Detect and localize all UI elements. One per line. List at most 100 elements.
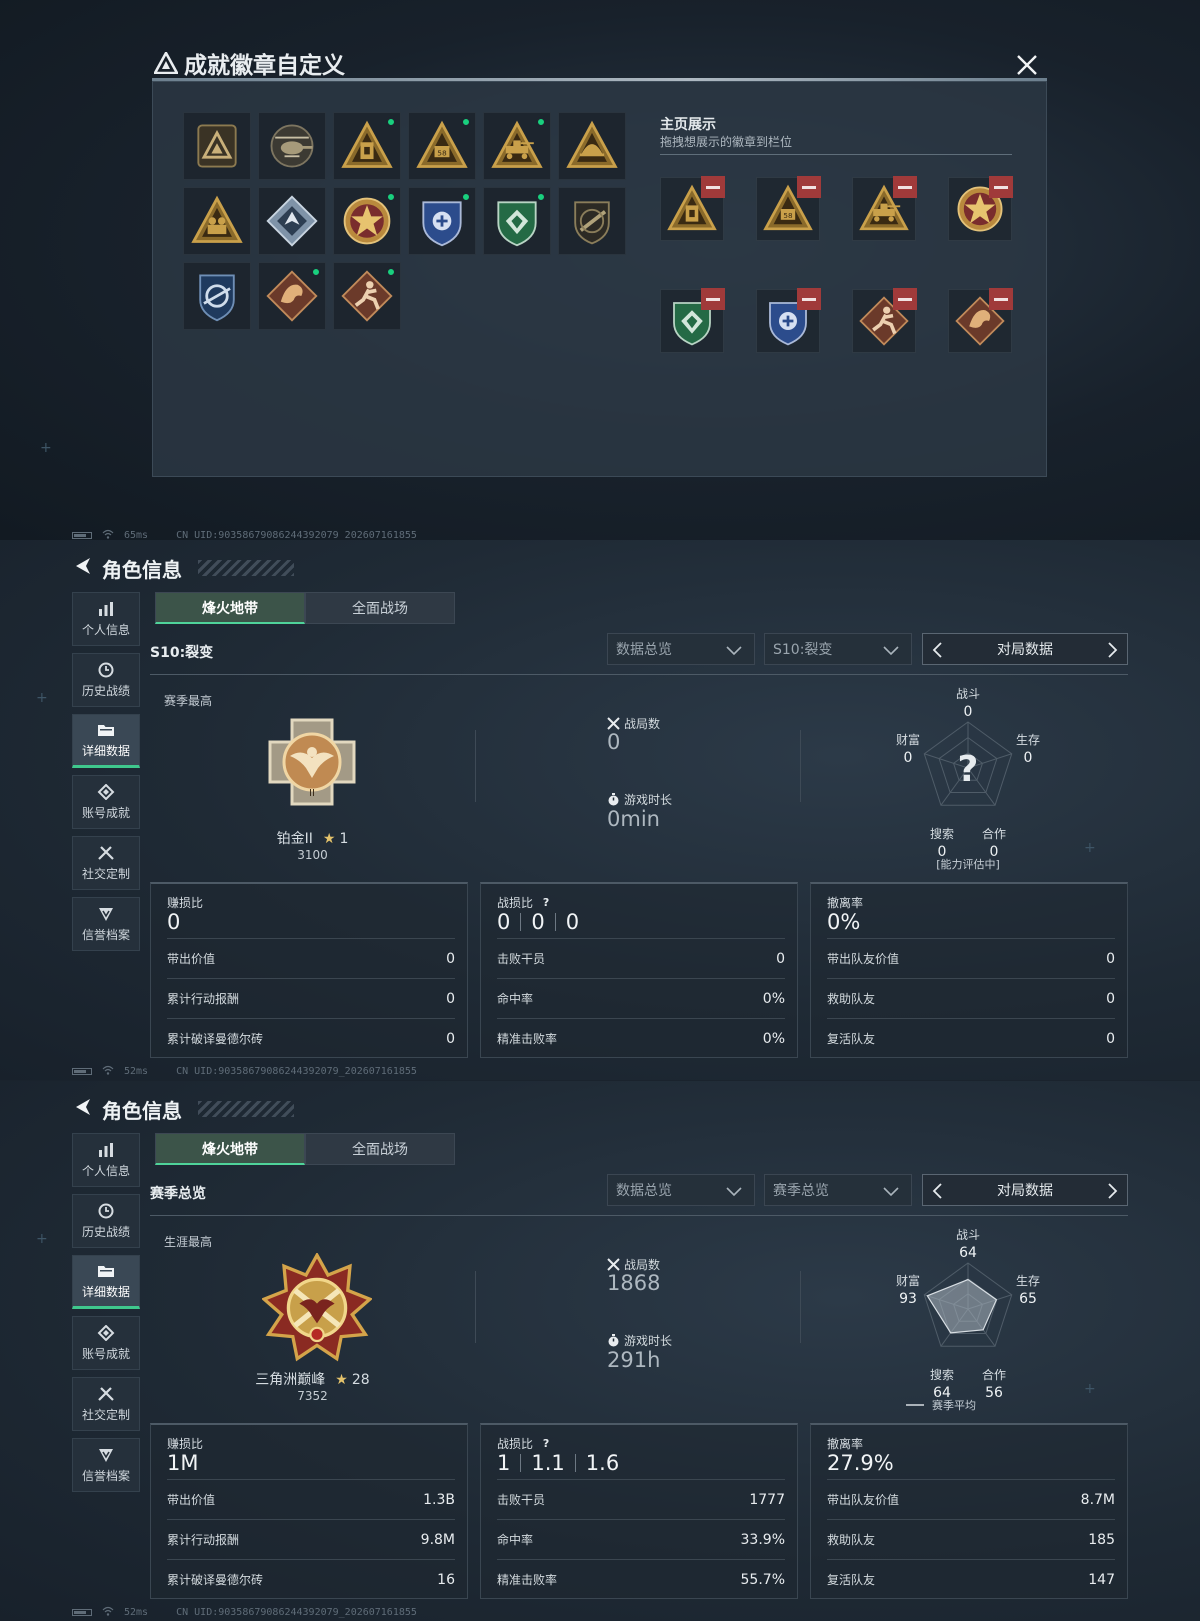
- stat-label: 命中率: [497, 1533, 534, 1547]
- help-icon[interactable]: ?: [539, 896, 553, 910]
- tab-haz-zone[interactable]: 烽火地带: [155, 1133, 305, 1165]
- badge-slot[interactable]: [483, 187, 551, 255]
- badge-slot[interactable]: [333, 262, 401, 330]
- card-value: 27.9%: [827, 1451, 894, 1475]
- credit-badge-icon: [99, 907, 113, 921]
- badge-slot[interactable]: [558, 187, 626, 255]
- nav-history[interactable]: 历史战绩: [72, 653, 140, 707]
- badge-slot[interactable]: [183, 262, 251, 330]
- minus-icon: [802, 297, 816, 301]
- badge-slot[interactable]: [258, 262, 326, 330]
- stat-value: 8.7M: [1080, 1491, 1115, 1508]
- match-data-switcher[interactable]: 对局数据: [922, 633, 1128, 665]
- badge-slot[interactable]: [333, 187, 401, 255]
- green-shield-badge-icon: [497, 201, 537, 247]
- modal-title: 成就徽章自定义: [154, 47, 345, 79]
- profit-loss-card: 赚损比 0 带出价值 0 累计行动报酬 0 累计破译曼德尔砖 0: [150, 882, 468, 1058]
- badge-slot[interactable]: [408, 187, 476, 255]
- stat-row: 救助队友 185: [827, 1519, 1115, 1559]
- divider: [150, 1215, 1128, 1216]
- stat-label: 累计行动报酬: [167, 992, 240, 1006]
- display-slot[interactable]: [756, 288, 821, 353]
- crosshair-decoration: +: [40, 440, 52, 456]
- playtime-label: 游戏时长: [607, 1332, 672, 1349]
- nav-credit-record[interactable]: 信誉档案: [72, 1438, 140, 1492]
- display-slot[interactable]: [852, 176, 917, 241]
- header: 角色信息: [72, 554, 294, 582]
- badge-slot[interactable]: [183, 187, 251, 255]
- nav-detailed-data[interactable]: 详细数据: [72, 714, 140, 768]
- badge-slot[interactable]: [258, 187, 326, 255]
- tab-haz-zone[interactable]: 烽火地带: [155, 592, 305, 624]
- ping-text: 52ms: [124, 1065, 149, 1077]
- minus-icon: [994, 185, 1008, 189]
- data-overview-select[interactable]: 数据总览: [607, 1174, 755, 1206]
- display-slot[interactable]: [948, 176, 1013, 241]
- stopwatch-icon: [608, 793, 619, 806]
- data-overview-select[interactable]: 数据总览: [607, 633, 755, 665]
- display-slot[interactable]: 58: [756, 176, 821, 241]
- badge-slot[interactable]: [183, 112, 251, 180]
- back-button[interactable]: [72, 555, 94, 581]
- badge-slot[interactable]: 58: [408, 112, 476, 180]
- season-select[interactable]: S10:裂变: [764, 633, 912, 665]
- owned-badges-grid: 58: [183, 112, 633, 330]
- peak-rank-label: 生涯最高: [164, 1235, 213, 1249]
- remove-badge-button[interactable]: [797, 176, 821, 198]
- badge-slot[interactable]: [333, 112, 401, 180]
- uid-text: CN UID:9035867908624439​2079_20260716185…: [176, 1065, 417, 1077]
- new-indicator-dot: [461, 117, 471, 127]
- badge-slot[interactable]: [483, 112, 551, 180]
- remove-badge-button[interactable]: [989, 176, 1013, 198]
- back-button[interactable]: [72, 1096, 94, 1122]
- season-select[interactable]: 赛季总览: [764, 1174, 912, 1206]
- playtime-label: 游戏时长: [607, 791, 672, 808]
- clock-icon: [98, 1203, 114, 1218]
- remove-badge-button[interactable]: [989, 288, 1013, 310]
- clock-icon: [98, 662, 114, 677]
- help-icon[interactable]: ?: [539, 1437, 553, 1451]
- remove-badge-button[interactable]: [701, 288, 725, 310]
- wifi-icon: [102, 529, 114, 541]
- tab-warfare[interactable]: 全面战场: [305, 592, 455, 624]
- remove-badge-button[interactable]: [701, 176, 725, 198]
- stat-value: 185: [1088, 1531, 1115, 1548]
- nav-personal-info[interactable]: 个人信息: [72, 592, 140, 646]
- remove-badge-button[interactable]: [893, 176, 917, 198]
- remove-badge-button[interactable]: [797, 288, 821, 310]
- rank-stars: 28: [351, 1372, 370, 1388]
- display-slot[interactable]: [948, 288, 1013, 353]
- chevron-right-icon[interactable]: [1103, 640, 1121, 660]
- chevron-left-icon[interactable]: [929, 1181, 947, 1201]
- nav-account-achievements[interactable]: 账号成就: [72, 1316, 140, 1370]
- select-value: 数据总览: [616, 1183, 672, 1199]
- nav-detailed-data[interactable]: 详细数据: [72, 1255, 140, 1309]
- nav-social-custom[interactable]: 社交定制: [72, 836, 140, 890]
- close-button[interactable]: [1015, 53, 1039, 77]
- divider: [800, 1271, 801, 1343]
- badge-slot[interactable]: [558, 112, 626, 180]
- nav-personal-info[interactable]: 个人信息: [72, 1133, 140, 1187]
- chevron-right-icon[interactable]: [1103, 1181, 1121, 1201]
- stat-value: 1.3B: [423, 1491, 455, 1508]
- match-data-switcher[interactable]: 对局数据: [922, 1174, 1128, 1206]
- display-slot[interactable]: [660, 288, 725, 353]
- nav-credit-record[interactable]: 信誉档案: [72, 897, 140, 951]
- nav-history[interactable]: 历史战绩: [72, 1194, 140, 1248]
- nav-label: 社交定制: [81, 866, 130, 881]
- chevron-left-icon[interactable]: [929, 640, 947, 660]
- remove-badge-button[interactable]: [893, 288, 917, 310]
- crosshair-decoration: +: [1084, 840, 1096, 856]
- bronze-runner-badge-icon: [341, 270, 393, 322]
- display-slot[interactable]: [660, 176, 725, 241]
- tab-warfare[interactable]: 全面战场: [305, 1133, 455, 1165]
- delta-logo-icon: [154, 52, 178, 74]
- radar-axis-value: 0: [964, 704, 973, 720]
- display-slot[interactable]: [852, 288, 917, 353]
- nav-social-custom[interactable]: 社交定制: [72, 1377, 140, 1431]
- nav-account-achievements[interactable]: 账号成就: [72, 775, 140, 829]
- tools-icon: [98, 1386, 114, 1401]
- badge-slot[interactable]: [258, 112, 326, 180]
- radar-axis-value: 93: [899, 1291, 917, 1307]
- folder-icon: [98, 724, 114, 736]
